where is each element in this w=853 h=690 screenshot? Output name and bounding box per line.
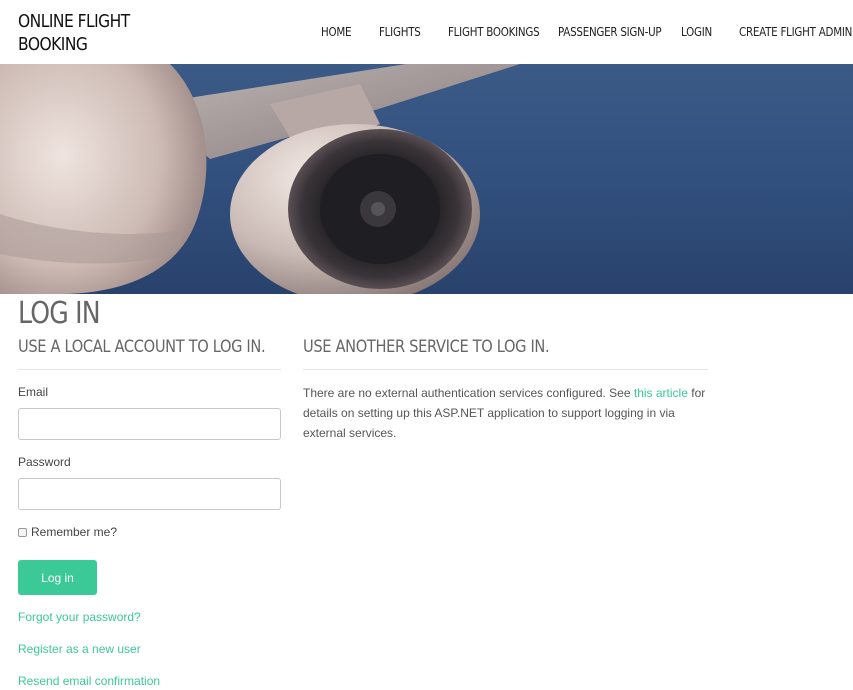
nav-login[interactable]: LOGIN: [681, 25, 712, 39]
nav-passenger-signup[interactable]: PASSENGER SIGN-UP: [558, 25, 662, 39]
nav-create-flight-admin[interactable]: CREATE FLIGHT ADMIN: [739, 25, 852, 39]
remember-me-label[interactable]: Remember me?: [31, 525, 117, 539]
airplane-engine-illustration: [0, 64, 520, 294]
external-login-heading: USE ANOTHER SERVICE TO LOG IN.: [303, 337, 550, 357]
nav-home[interactable]: HOME: [321, 25, 352, 39]
remember-me-row: Remember me?: [18, 525, 117, 539]
email-label: Email: [18, 385, 49, 399]
register-link[interactable]: Register as a new user: [18, 642, 141, 656]
local-login-heading: USE A LOCAL ACCOUNT TO LOG IN.: [18, 337, 266, 357]
this-article-link[interactable]: this article: [634, 386, 688, 400]
login-button[interactable]: Log in: [18, 560, 97, 595]
forgot-password-link[interactable]: Forgot your password?: [18, 610, 141, 624]
resend-confirmation-link[interactable]: Resend email confirmation: [18, 674, 160, 688]
hero-banner-image: [0, 64, 853, 294]
navbar: ONLINE FLIGHT BOOKING HOME FLIGHTS FLIGH…: [0, 0, 853, 64]
external-login-divider: [303, 369, 708, 370]
page-title: LOG IN: [18, 296, 101, 331]
password-label: Password: [18, 455, 71, 469]
brand-link[interactable]: ONLINE FLIGHT BOOKING: [18, 10, 138, 56]
nav-flights[interactable]: FLIGHTS: [379, 25, 421, 39]
password-field[interactable]: [18, 478, 281, 510]
remember-me-checkbox[interactable]: [18, 527, 27, 537]
email-field[interactable]: [18, 408, 281, 440]
local-login-divider: [18, 369, 281, 370]
external-text-before: There are no external authentication ser…: [303, 386, 634, 400]
external-login-message: There are no external authentication ser…: [303, 383, 713, 443]
nav-flight-bookings[interactable]: FLIGHT BOOKINGS: [448, 25, 540, 39]
